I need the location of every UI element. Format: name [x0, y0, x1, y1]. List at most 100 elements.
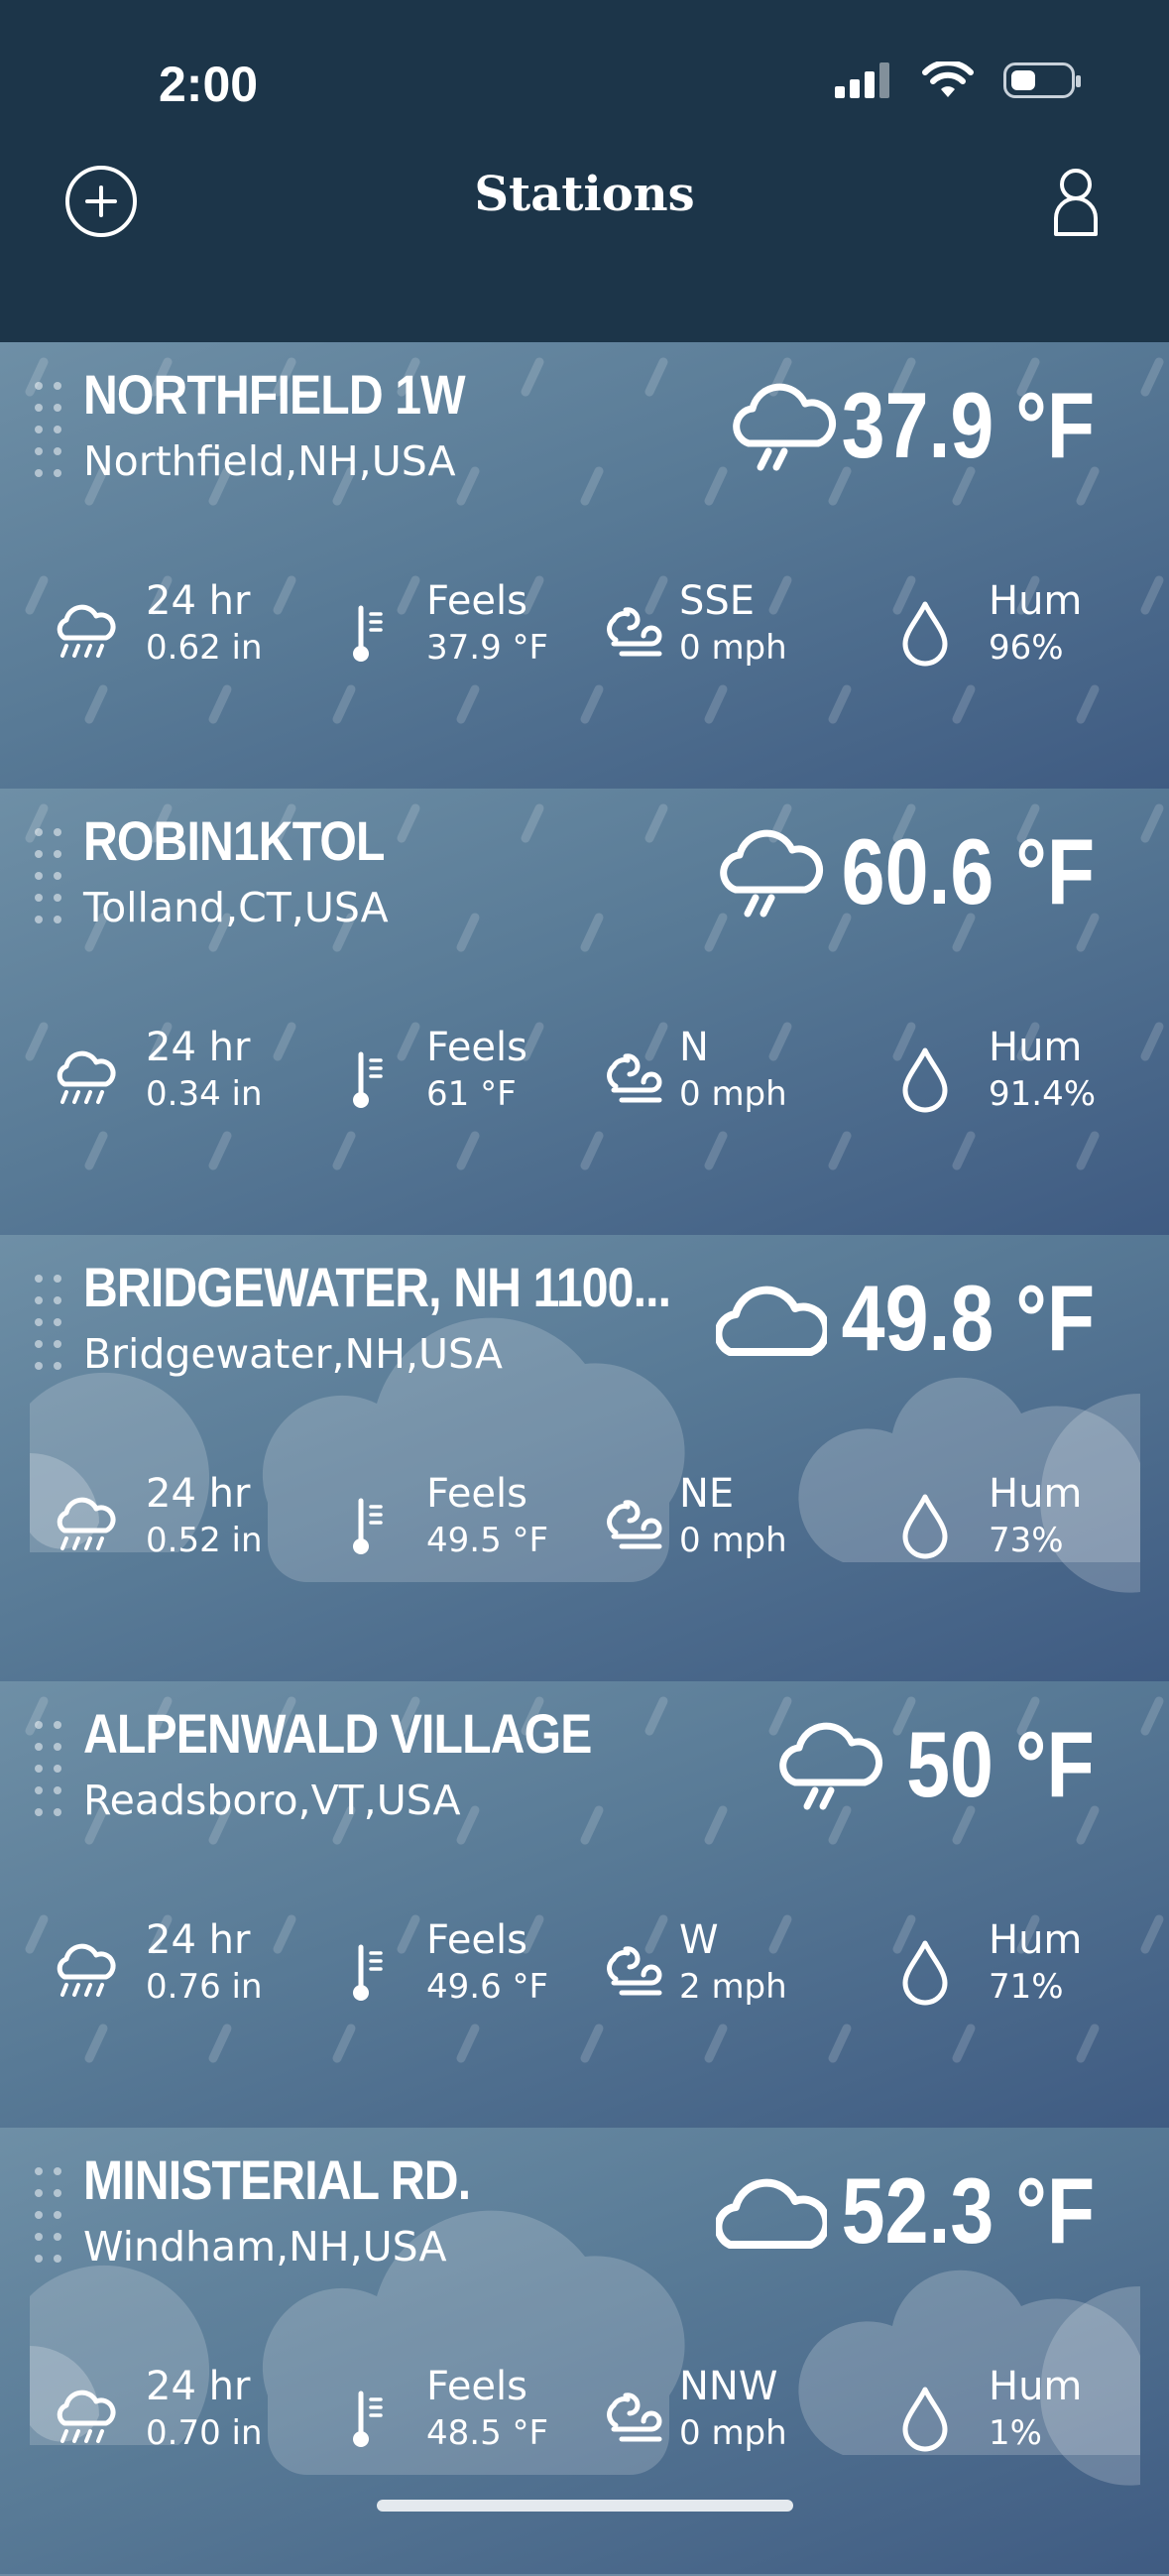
station-name: ROBIN1KTOL: [83, 809, 385, 872]
metric-humidity: Hum 71%: [897, 1917, 1125, 2036]
drag-handle-icon[interactable]: [34, 1271, 63, 1390]
wind-direction: NNW: [679, 2364, 778, 2409]
metric-humidity: Hum 91.4%: [897, 1025, 1125, 1144]
rain-value: 0.34 in: [146, 1074, 263, 1114]
droplet-icon: [902, 1494, 948, 1559]
metric-feels: Feels 49.5 °F: [347, 1471, 575, 1590]
cloud-rain-icon: [720, 829, 824, 918]
metric-wind: N 0 mph: [600, 1025, 828, 1144]
metric-feels: Feels 49.6 °F: [347, 1917, 575, 2036]
drag-handle-icon[interactable]: [34, 824, 63, 943]
wind-direction: NE: [679, 1471, 735, 1517]
humidity-label: Hum: [989, 1917, 1083, 1963]
station-location: Northfield,NH,USA: [83, 437, 456, 485]
station-card[interactable]: ROBIN1KTOL Tolland,CT,USA 60.6 °F 24 hr …: [0, 789, 1169, 1237]
rain-value: 0.70 in: [146, 2413, 263, 2453]
metric-humidity: Hum 73%: [897, 1471, 1125, 1590]
station-card[interactable]: ALPENWALD VILLAGE Readsboro,VT,USA 50 °F…: [0, 1681, 1169, 2130]
rain-label: 24 hr: [146, 1917, 251, 1963]
status-icons: [835, 61, 1081, 99]
thermometer-icon: [353, 1498, 383, 1554]
rain-value: 0.62 in: [146, 628, 263, 668]
droplet-icon: [902, 1940, 948, 2006]
drag-handle-icon[interactable]: [34, 1717, 63, 1836]
drag-handle-icon[interactable]: [34, 378, 63, 497]
feels-label: Feels: [426, 1917, 527, 1963]
user-icon[interactable]: [1052, 167, 1100, 238]
metric-rain: 24 hr 0.52 in: [55, 1471, 312, 1590]
metric-wind: W 2 mph: [600, 1917, 828, 2036]
status-time: 2:00: [159, 57, 259, 112]
page-title: Stations: [474, 167, 695, 222]
station-location: Windham,NH,USA: [83, 2223, 447, 2270]
station-temperature: 60.6 °F: [841, 819, 1095, 923]
wind-icon: [607, 1500, 662, 1549]
station-name: MINISTERIAL RD.: [83, 2148, 471, 2211]
rain-gauge-icon: [57, 1943, 116, 1997]
metric-wind: NNW 0 mph: [600, 2364, 828, 2483]
wind-icon: [607, 1053, 662, 1103]
wind-icon: [607, 2392, 662, 2442]
station-temperature: 50 °F: [906, 1712, 1095, 1816]
wind-direction: W: [679, 1917, 719, 1963]
rain-gauge-icon: [57, 604, 116, 658]
feels-value: 61 °F: [426, 1074, 517, 1114]
rain-gauge-icon: [57, 2390, 116, 2443]
battery-icon: [1003, 62, 1081, 98]
wind-speed: 0 mph: [679, 1521, 787, 1560]
wind-speed: 2 mph: [679, 1967, 787, 2007]
station-name: BRIDGEWATER, NH 1100...: [83, 1256, 671, 1318]
feels-value: 49.5 °F: [426, 1521, 549, 1560]
humidity-label: Hum: [989, 2364, 1083, 2409]
wind-icon: [607, 607, 662, 657]
thermometer-icon: [353, 1051, 383, 1108]
metric-rain: 24 hr 0.70 in: [55, 2364, 312, 2483]
metric-humidity: Hum 1%: [897, 2364, 1125, 2483]
feels-value: 48.5 °F: [426, 2413, 549, 2453]
station-location: Readsboro,VT,USA: [83, 1777, 461, 1824]
station-location: Bridgewater,NH,USA: [83, 1330, 503, 1378]
thermometer-icon: [353, 2391, 383, 2447]
humidity-value: 73%: [989, 1521, 1064, 1560]
cloud-icon: [716, 2178, 827, 2249]
metric-feels: Feels 48.5 °F: [347, 2364, 575, 2483]
station-card[interactable]: BRIDGEWATER, NH 1100... Bridgewater,NH,U…: [0, 1235, 1169, 1683]
humidity-label: Hum: [989, 1025, 1083, 1070]
metric-rain: 24 hr 0.34 in: [55, 1025, 312, 1144]
thermometer-icon: [353, 605, 383, 662]
humidity-label: Hum: [989, 578, 1083, 624]
station-card[interactable]: NORTHFIELD 1W Northfield,NH,USA 37.9 °F …: [0, 342, 1169, 791]
cellular-signal-icon: [835, 62, 889, 98]
humidity-value: 91.4%: [989, 1074, 1097, 1114]
metric-rain: 24 hr 0.62 in: [55, 578, 312, 697]
droplet-icon: [902, 601, 948, 667]
wind-direction: N: [679, 1025, 709, 1070]
feels-value: 37.9 °F: [426, 628, 549, 668]
cloud-rain-icon: [733, 383, 837, 471]
metric-rain: 24 hr 0.76 in: [55, 1917, 312, 2036]
droplet-icon: [902, 1047, 948, 1113]
feels-value: 49.6 °F: [426, 1967, 549, 2007]
rain-gauge-icon: [57, 1497, 116, 1550]
thermometer-icon: [353, 1944, 383, 2001]
feels-label: Feels: [426, 578, 527, 624]
metric-wind: NE 0 mph: [600, 1471, 828, 1590]
feels-label: Feels: [426, 1471, 527, 1517]
metric-wind: SSE 0 mph: [600, 578, 828, 697]
wind-speed: 0 mph: [679, 2413, 787, 2453]
station-location: Tolland,CT,USA: [83, 884, 389, 931]
rain-label: 24 hr: [146, 578, 251, 624]
station-temperature: 37.9 °F: [841, 373, 1095, 477]
drag-handle-icon[interactable]: [34, 2163, 63, 2282]
feels-label: Feels: [426, 1025, 527, 1070]
humidity-value: 1%: [989, 2413, 1042, 2453]
metric-feels: Feels 37.9 °F: [347, 578, 575, 697]
wind-speed: 0 mph: [679, 1074, 787, 1114]
home-indicator: [377, 2500, 793, 2512]
rain-value: 0.52 in: [146, 1521, 263, 1560]
wind-direction: SSE: [679, 578, 756, 624]
wind-speed: 0 mph: [679, 628, 787, 668]
wind-icon: [607, 1946, 662, 1996]
rain-label: 24 hr: [146, 2364, 251, 2409]
cloud-rain-icon: [779, 1722, 883, 1810]
